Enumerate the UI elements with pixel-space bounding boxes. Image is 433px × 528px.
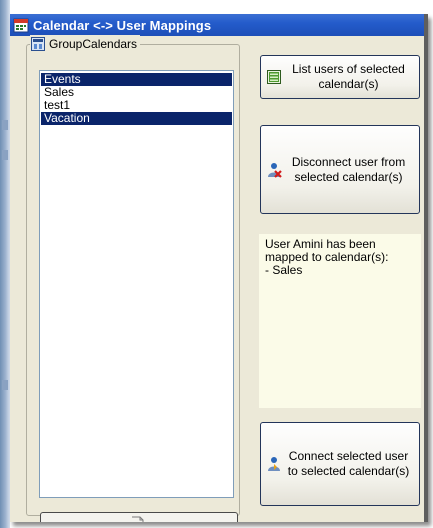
list-users-icon bbox=[267, 70, 281, 84]
calendar-listbox[interactable]: Events Sales test1 Vacation bbox=[39, 70, 234, 498]
connect-user-icon bbox=[268, 457, 280, 471]
list-users-button[interactable]: List users of selected calendar(s) bbox=[260, 55, 420, 99]
title-bar[interactable]: Calendar <-> User Mappings bbox=[10, 14, 424, 36]
background-tick bbox=[2, 150, 8, 160]
group-calendar-icon bbox=[31, 37, 45, 51]
connect-user-label: Connect selected user to selected calend… bbox=[287, 449, 410, 478]
window-title: Calendar <-> User Mappings bbox=[33, 17, 212, 33]
background-window-edge bbox=[0, 0, 10, 528]
calendar-app-icon bbox=[13, 18, 29, 33]
background-tick bbox=[2, 120, 8, 130]
list-item-vacation[interactable]: Vacation bbox=[41, 112, 232, 125]
background-tick bbox=[2, 380, 8, 390]
list-item-label: Events bbox=[44, 72, 81, 86]
list-item-label: test1 bbox=[44, 98, 71, 112]
list-item-label: Vacation bbox=[44, 111, 90, 125]
connect-user-button[interactable]: Connect selected user to selected calend… bbox=[260, 422, 420, 506]
list-users-label: List users of selected calendar(s) bbox=[292, 62, 405, 91]
disconnect-user-icon bbox=[268, 162, 282, 178]
screen: Calendar <-> User Mappings GroupCalendar… bbox=[0, 0, 433, 528]
mappings-dialog: Calendar <-> User Mappings GroupCalendar… bbox=[10, 14, 428, 522]
group-calendars-label: GroupCalendars bbox=[30, 35, 141, 53]
bottom-action-button[interactable] bbox=[40, 512, 238, 522]
status-line: - Sales bbox=[265, 263, 303, 277]
group-calendars-text: GroupCalendars bbox=[49, 37, 138, 51]
disconnect-user-button[interactable]: Disconnect user from selected calendar(s… bbox=[260, 125, 420, 214]
disconnect-user-label: Disconnect user from selected calendar(s… bbox=[291, 154, 406, 184]
mapping-status-panel: User Amini has been mapped to calendar(s… bbox=[259, 234, 421, 408]
document-icon bbox=[132, 516, 144, 522]
list-item-label: Sales bbox=[44, 85, 75, 99]
